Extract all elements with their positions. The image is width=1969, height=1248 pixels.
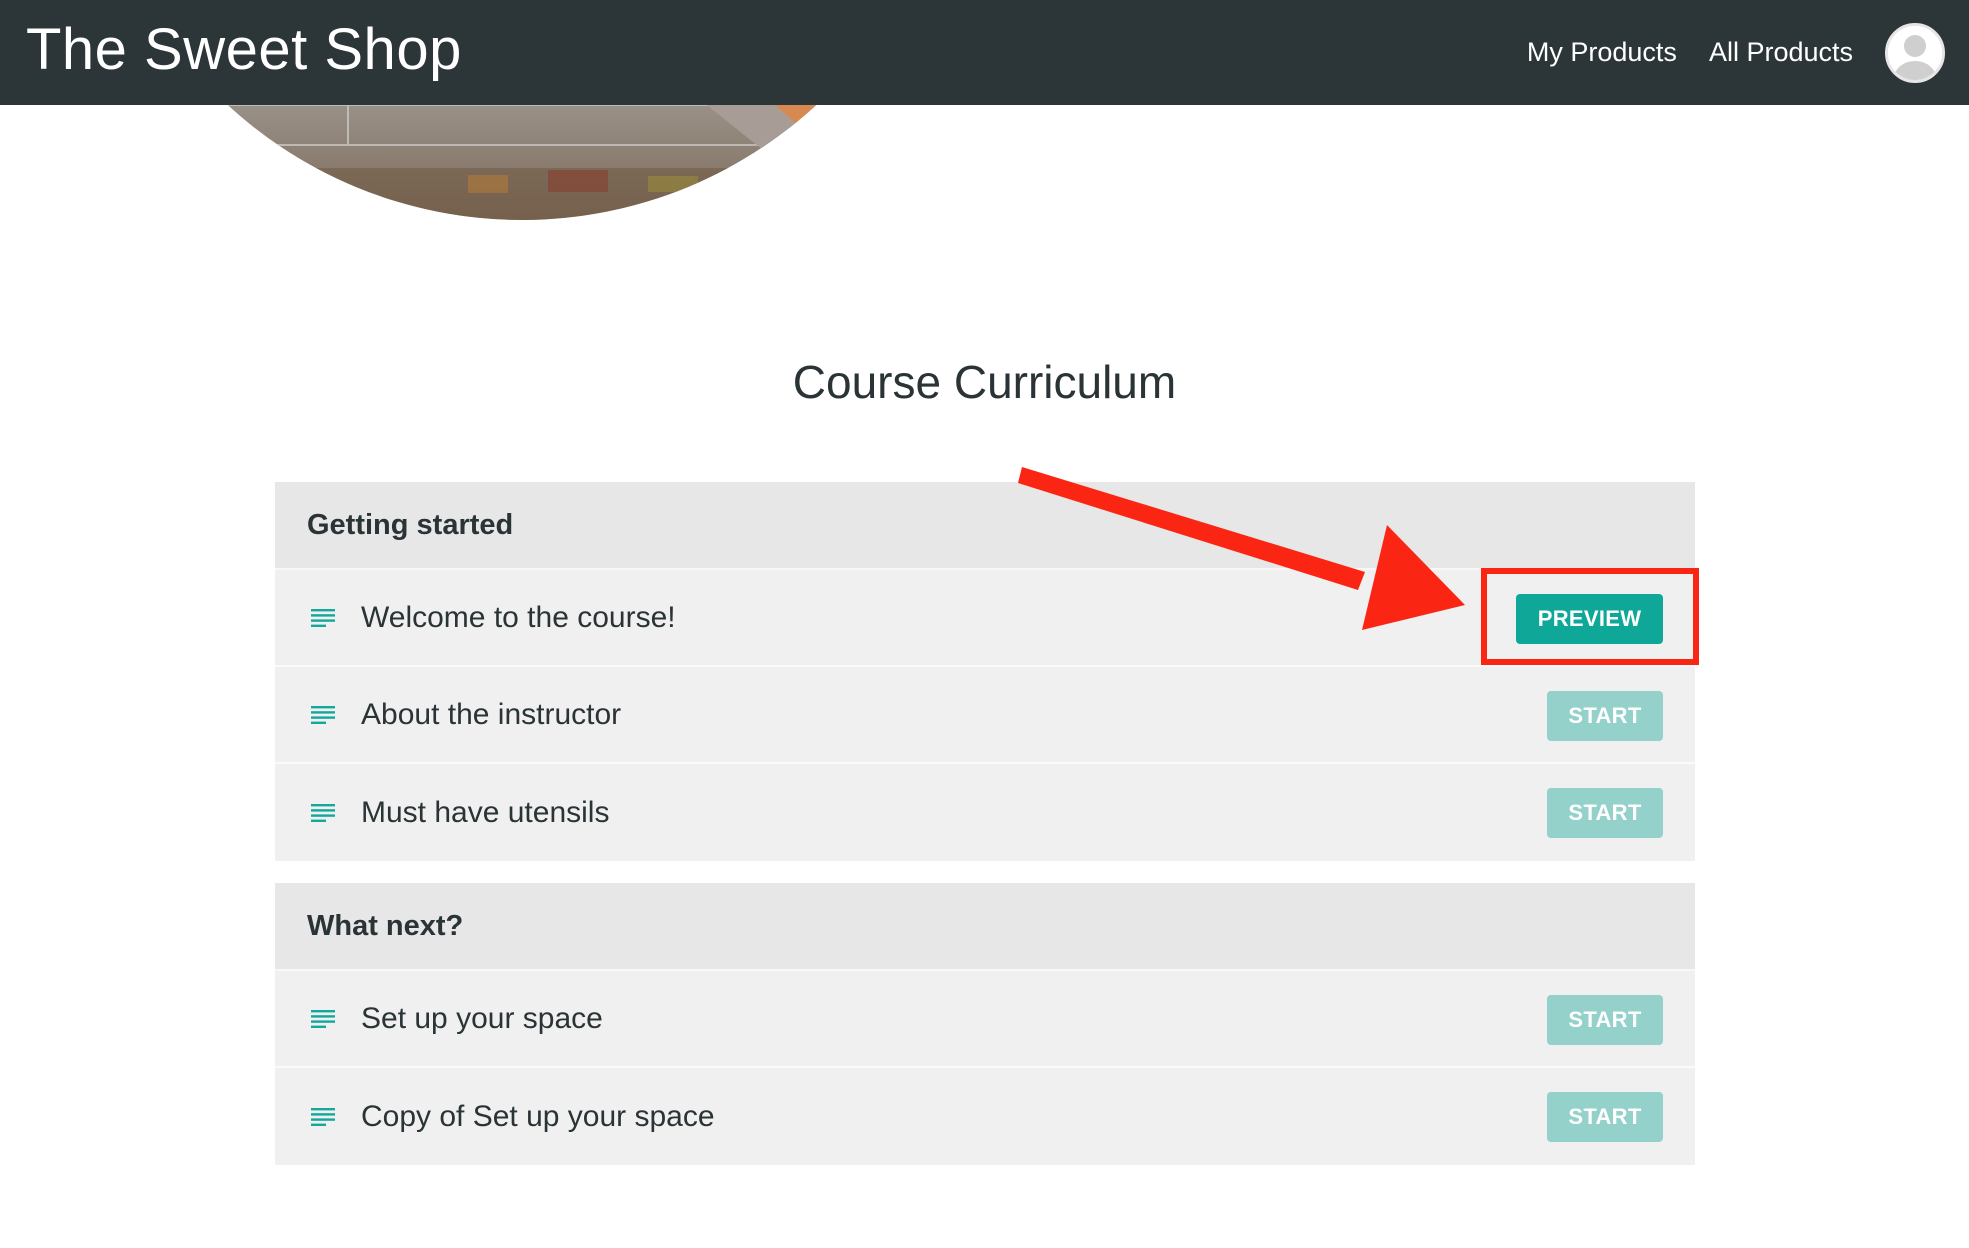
user-avatar-icon[interactable] — [1885, 22, 1945, 83]
brand-logo[interactable]: The Sweet Shop — [26, 14, 462, 86]
annotation-highlight-box — [1481, 568, 1699, 665]
nav-my-products[interactable]: My Products — [1527, 37, 1677, 68]
arrow-head — [1362, 525, 1465, 630]
user-silhouette-icon — [1888, 25, 1942, 80]
top-navbar: The Sweet Shop My Products All Products — [0, 0, 1969, 105]
nav-links: My Products All Products — [1527, 0, 1945, 105]
arrow-shaft — [1018, 467, 1365, 590]
nav-all-products[interactable]: All Products — [1709, 37, 1853, 68]
